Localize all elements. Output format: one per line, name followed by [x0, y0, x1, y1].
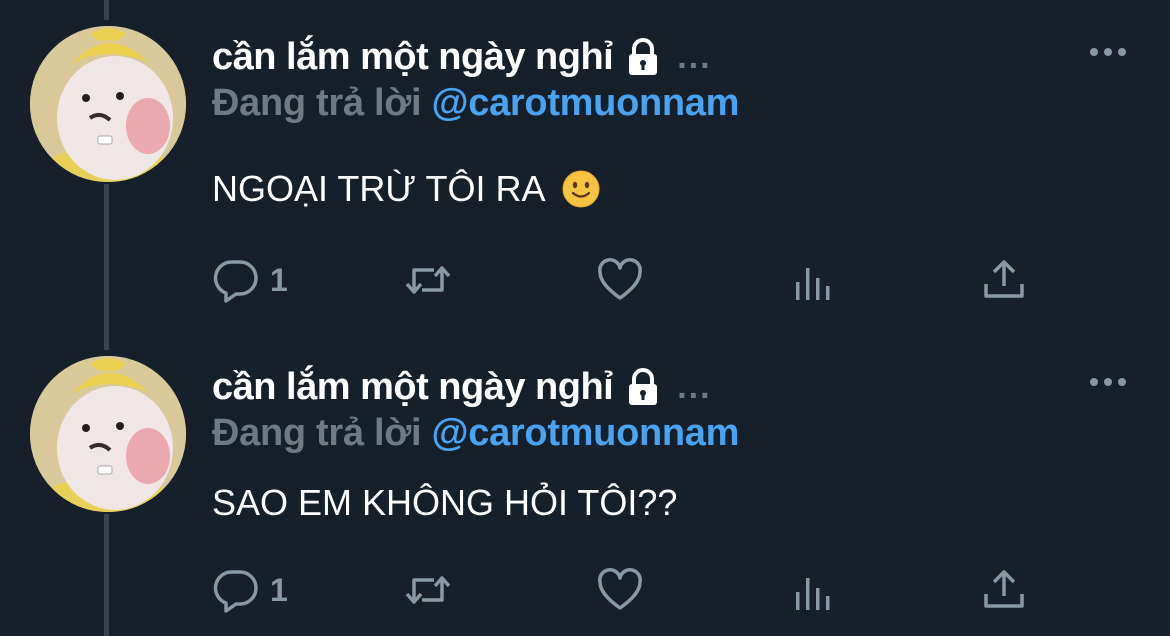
retweet-button[interactable]	[404, 566, 452, 614]
avatar[interactable]	[30, 26, 186, 182]
lock-icon	[629, 368, 658, 405]
like-button[interactable]	[596, 256, 644, 304]
reply-prefix: Đang trả lời	[212, 412, 422, 454]
reply-count: 1	[270, 261, 288, 298]
analytics-icon	[796, 578, 830, 610]
name-row: cần lắm một ngày nghỉ ...	[212, 362, 712, 412]
share-icon	[984, 260, 1024, 298]
name-row: cần lắm một ngày nghỉ ...	[212, 32, 712, 82]
reply-button[interactable]: 1	[212, 566, 288, 614]
display-name[interactable]: cần lắm một ngày nghỉ	[212, 36, 614, 79]
slightly-smiling-face-icon	[562, 170, 600, 208]
reply-context: Đang trả lời @carotmuonnam	[212, 82, 739, 125]
avatar[interactable]	[30, 356, 186, 512]
reply-handle-link[interactable]: @carotmuonnam	[432, 82, 740, 124]
tweet-text-content: SAO EM KHÔNG HỎI TÔI??	[212, 482, 678, 523]
tweet-text: SAO EM KHÔNG HỎI TÔI??	[212, 480, 677, 526]
reply-button[interactable]: 1	[212, 256, 288, 304]
like-icon	[598, 568, 642, 610]
analytics-button[interactable]	[788, 260, 836, 308]
reply-handle-link[interactable]: @carotmuonnam	[432, 412, 740, 454]
reply-prefix: Đang trả lời	[212, 82, 422, 124]
retweet-icon	[405, 576, 451, 604]
like-icon	[598, 258, 642, 300]
tweet[interactable]: cần lắm một ngày nghỉ ... Đang trả lời @…	[0, 0, 1170, 330]
analytics-icon	[796, 268, 830, 300]
share-button[interactable]	[980, 256, 1028, 304]
tweet-text: NGOẠI TRỪ TÔI RA	[212, 166, 601, 212]
share-icon	[984, 570, 1024, 608]
reply-icon	[213, 570, 258, 613]
retweet-button[interactable]	[404, 256, 452, 304]
reply-count: 1	[270, 571, 288, 608]
more-icon[interactable]	[1086, 40, 1130, 64]
share-button[interactable]	[980, 566, 1028, 614]
reply-icon	[213, 260, 258, 303]
name-overflow-dots: ...	[677, 37, 712, 76]
tweet[interactable]: cần lắm một ngày nghỉ ... Đang trả lời @…	[0, 330, 1170, 636]
name-overflow-dots: ...	[677, 367, 712, 406]
more-icon[interactable]	[1086, 370, 1130, 394]
like-button[interactable]	[596, 566, 644, 614]
analytics-button[interactable]	[788, 570, 836, 618]
lock-icon	[629, 38, 658, 75]
reply-context: Đang trả lời @carotmuonnam	[212, 412, 739, 455]
tweet-text-content: NGOẠI TRỪ TÔI RA	[212, 168, 546, 209]
retweet-icon	[405, 266, 451, 294]
display-name[interactable]: cần lắm một ngày nghỉ	[212, 366, 614, 409]
